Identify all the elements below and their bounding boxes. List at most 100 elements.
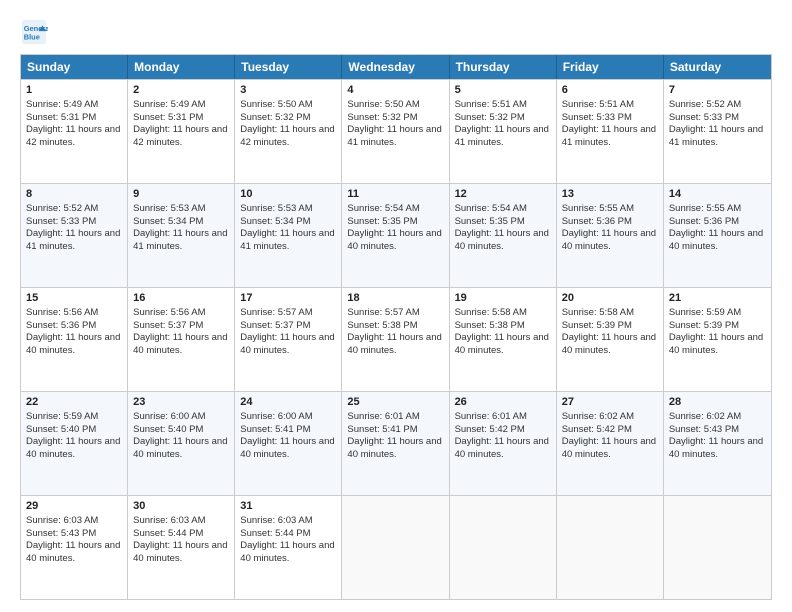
page: General Blue SundayMondayTuesdayWednesda…: [0, 0, 792, 612]
sunset-label: Sunset: 5:44 PM: [240, 528, 310, 539]
calendar-row-1: 1 Sunrise: 5:49 AM Sunset: 5:31 PM Dayli…: [21, 79, 771, 183]
sunset-label: Sunset: 5:38 PM: [347, 320, 417, 331]
day-number: 29: [26, 499, 122, 514]
day-number: 4: [347, 83, 443, 98]
sunset-label: Sunset: 5:35 PM: [455, 216, 525, 227]
sunrise-label: Sunrise: 6:00 AM: [133, 411, 205, 422]
sunset-label: Sunset: 5:33 PM: [562, 112, 632, 123]
sunset-label: Sunset: 5:31 PM: [26, 112, 96, 123]
sunset-label: Sunset: 5:33 PM: [669, 112, 739, 123]
calendar-body: 1 Sunrise: 5:49 AM Sunset: 5:31 PM Dayli…: [21, 79, 771, 599]
sunset-label: Sunset: 5:37 PM: [240, 320, 310, 331]
sunset-label: Sunset: 5:37 PM: [133, 320, 203, 331]
sunrise-label: Sunrise: 6:00 AM: [240, 411, 312, 422]
calendar-row-2: 8 Sunrise: 5:52 AM Sunset: 5:33 PM Dayli…: [21, 183, 771, 287]
day-cell-31: 31 Sunrise: 6:03 AM Sunset: 5:44 PM Dayl…: [235, 496, 342, 599]
sunset-label: Sunset: 5:40 PM: [26, 424, 96, 435]
sunrise-label: Sunrise: 5:55 AM: [562, 203, 634, 214]
calendar-row-4: 22 Sunrise: 5:59 AM Sunset: 5:40 PM Dayl…: [21, 391, 771, 495]
daylight-label: Daylight: 11 hours and 40 minutes.: [240, 436, 334, 460]
day-cell-6: 6 Sunrise: 5:51 AM Sunset: 5:33 PM Dayli…: [557, 80, 664, 183]
sunset-label: Sunset: 5:41 PM: [240, 424, 310, 435]
daylight-label: Daylight: 11 hours and 40 minutes.: [133, 332, 227, 356]
sunset-label: Sunset: 5:36 PM: [26, 320, 96, 331]
day-number: 3: [240, 83, 336, 98]
daylight-label: Daylight: 11 hours and 42 minutes.: [133, 124, 227, 148]
sunrise-label: Sunrise: 5:52 AM: [669, 99, 741, 110]
daylight-label: Daylight: 11 hours and 40 minutes.: [669, 436, 763, 460]
day-cell-12: 12 Sunrise: 5:54 AM Sunset: 5:35 PM Dayl…: [450, 184, 557, 287]
sunrise-label: Sunrise: 5:56 AM: [133, 307, 205, 318]
header-day-wednesday: Wednesday: [342, 55, 449, 79]
header-day-friday: Friday: [557, 55, 664, 79]
sunset-label: Sunset: 5:40 PM: [133, 424, 203, 435]
empty-cell: [664, 496, 771, 599]
day-cell-20: 20 Sunrise: 5:58 AM Sunset: 5:39 PM Dayl…: [557, 288, 664, 391]
daylight-label: Daylight: 11 hours and 40 minutes.: [347, 436, 441, 460]
daylight-label: Daylight: 11 hours and 40 minutes.: [562, 228, 656, 252]
daylight-label: Daylight: 11 hours and 41 minutes.: [240, 228, 334, 252]
daylight-label: Daylight: 11 hours and 41 minutes.: [133, 228, 227, 252]
sunrise-label: Sunrise: 5:54 AM: [455, 203, 527, 214]
sunrise-label: Sunrise: 6:01 AM: [455, 411, 527, 422]
sunset-label: Sunset: 5:41 PM: [347, 424, 417, 435]
daylight-label: Daylight: 11 hours and 41 minutes.: [669, 124, 763, 148]
sunrise-label: Sunrise: 5:59 AM: [26, 411, 98, 422]
daylight-label: Daylight: 11 hours and 42 minutes.: [240, 124, 334, 148]
daylight-label: Daylight: 11 hours and 40 minutes.: [26, 436, 120, 460]
day-cell-24: 24 Sunrise: 6:00 AM Sunset: 5:41 PM Dayl…: [235, 392, 342, 495]
calendar-row-5: 29 Sunrise: 6:03 AM Sunset: 5:43 PM Dayl…: [21, 495, 771, 599]
day-cell-10: 10 Sunrise: 5:53 AM Sunset: 5:34 PM Dayl…: [235, 184, 342, 287]
daylight-label: Daylight: 11 hours and 40 minutes.: [133, 540, 227, 564]
day-cell-1: 1 Sunrise: 5:49 AM Sunset: 5:31 PM Dayli…: [21, 80, 128, 183]
sunrise-label: Sunrise: 6:01 AM: [347, 411, 419, 422]
empty-cell: [450, 496, 557, 599]
day-number: 17: [240, 291, 336, 306]
daylight-label: Daylight: 11 hours and 40 minutes.: [669, 332, 763, 356]
header-day-saturday: Saturday: [664, 55, 771, 79]
sunrise-label: Sunrise: 5:51 AM: [455, 99, 527, 110]
day-cell-4: 4 Sunrise: 5:50 AM Sunset: 5:32 PM Dayli…: [342, 80, 449, 183]
sunrise-label: Sunrise: 5:52 AM: [26, 203, 98, 214]
day-number: 9: [133, 187, 229, 202]
daylight-label: Daylight: 11 hours and 40 minutes.: [455, 228, 549, 252]
daylight-label: Daylight: 11 hours and 41 minutes.: [26, 228, 120, 252]
day-cell-18: 18 Sunrise: 5:57 AM Sunset: 5:38 PM Dayl…: [342, 288, 449, 391]
daylight-label: Daylight: 11 hours and 40 minutes.: [455, 436, 549, 460]
sunrise-label: Sunrise: 5:54 AM: [347, 203, 419, 214]
sunset-label: Sunset: 5:43 PM: [669, 424, 739, 435]
sunset-label: Sunset: 5:36 PM: [669, 216, 739, 227]
day-number: 25: [347, 395, 443, 410]
day-cell-25: 25 Sunrise: 6:01 AM Sunset: 5:41 PM Dayl…: [342, 392, 449, 495]
sunrise-label: Sunrise: 5:59 AM: [669, 307, 741, 318]
day-cell-28: 28 Sunrise: 6:02 AM Sunset: 5:43 PM Dayl…: [664, 392, 771, 495]
day-cell-22: 22 Sunrise: 5:59 AM Sunset: 5:40 PM Dayl…: [21, 392, 128, 495]
day-number: 30: [133, 499, 229, 514]
sunrise-label: Sunrise: 6:02 AM: [562, 411, 634, 422]
day-number: 23: [133, 395, 229, 410]
day-number: 11: [347, 187, 443, 202]
day-number: 2: [133, 83, 229, 98]
header-day-monday: Monday: [128, 55, 235, 79]
day-cell-29: 29 Sunrise: 6:03 AM Sunset: 5:43 PM Dayl…: [21, 496, 128, 599]
sunrise-label: Sunrise: 5:51 AM: [562, 99, 634, 110]
day-number: 21: [669, 291, 766, 306]
sunrise-label: Sunrise: 5:49 AM: [133, 99, 205, 110]
day-number: 10: [240, 187, 336, 202]
daylight-label: Daylight: 11 hours and 40 minutes.: [455, 332, 549, 356]
day-number: 18: [347, 291, 443, 306]
sunrise-label: Sunrise: 6:03 AM: [240, 515, 312, 526]
empty-cell: [342, 496, 449, 599]
day-number: 8: [26, 187, 122, 202]
day-cell-17: 17 Sunrise: 5:57 AM Sunset: 5:37 PM Dayl…: [235, 288, 342, 391]
daylight-label: Daylight: 11 hours and 40 minutes.: [240, 540, 334, 564]
sunrise-label: Sunrise: 5:53 AM: [133, 203, 205, 214]
sunrise-label: Sunrise: 5:56 AM: [26, 307, 98, 318]
daylight-label: Daylight: 11 hours and 41 minutes.: [455, 124, 549, 148]
header-day-sunday: Sunday: [21, 55, 128, 79]
day-number: 15: [26, 291, 122, 306]
header-day-tuesday: Tuesday: [235, 55, 342, 79]
sunrise-label: Sunrise: 5:57 AM: [347, 307, 419, 318]
daylight-label: Daylight: 11 hours and 41 minutes.: [347, 124, 441, 148]
sunrise-label: Sunrise: 5:53 AM: [240, 203, 312, 214]
